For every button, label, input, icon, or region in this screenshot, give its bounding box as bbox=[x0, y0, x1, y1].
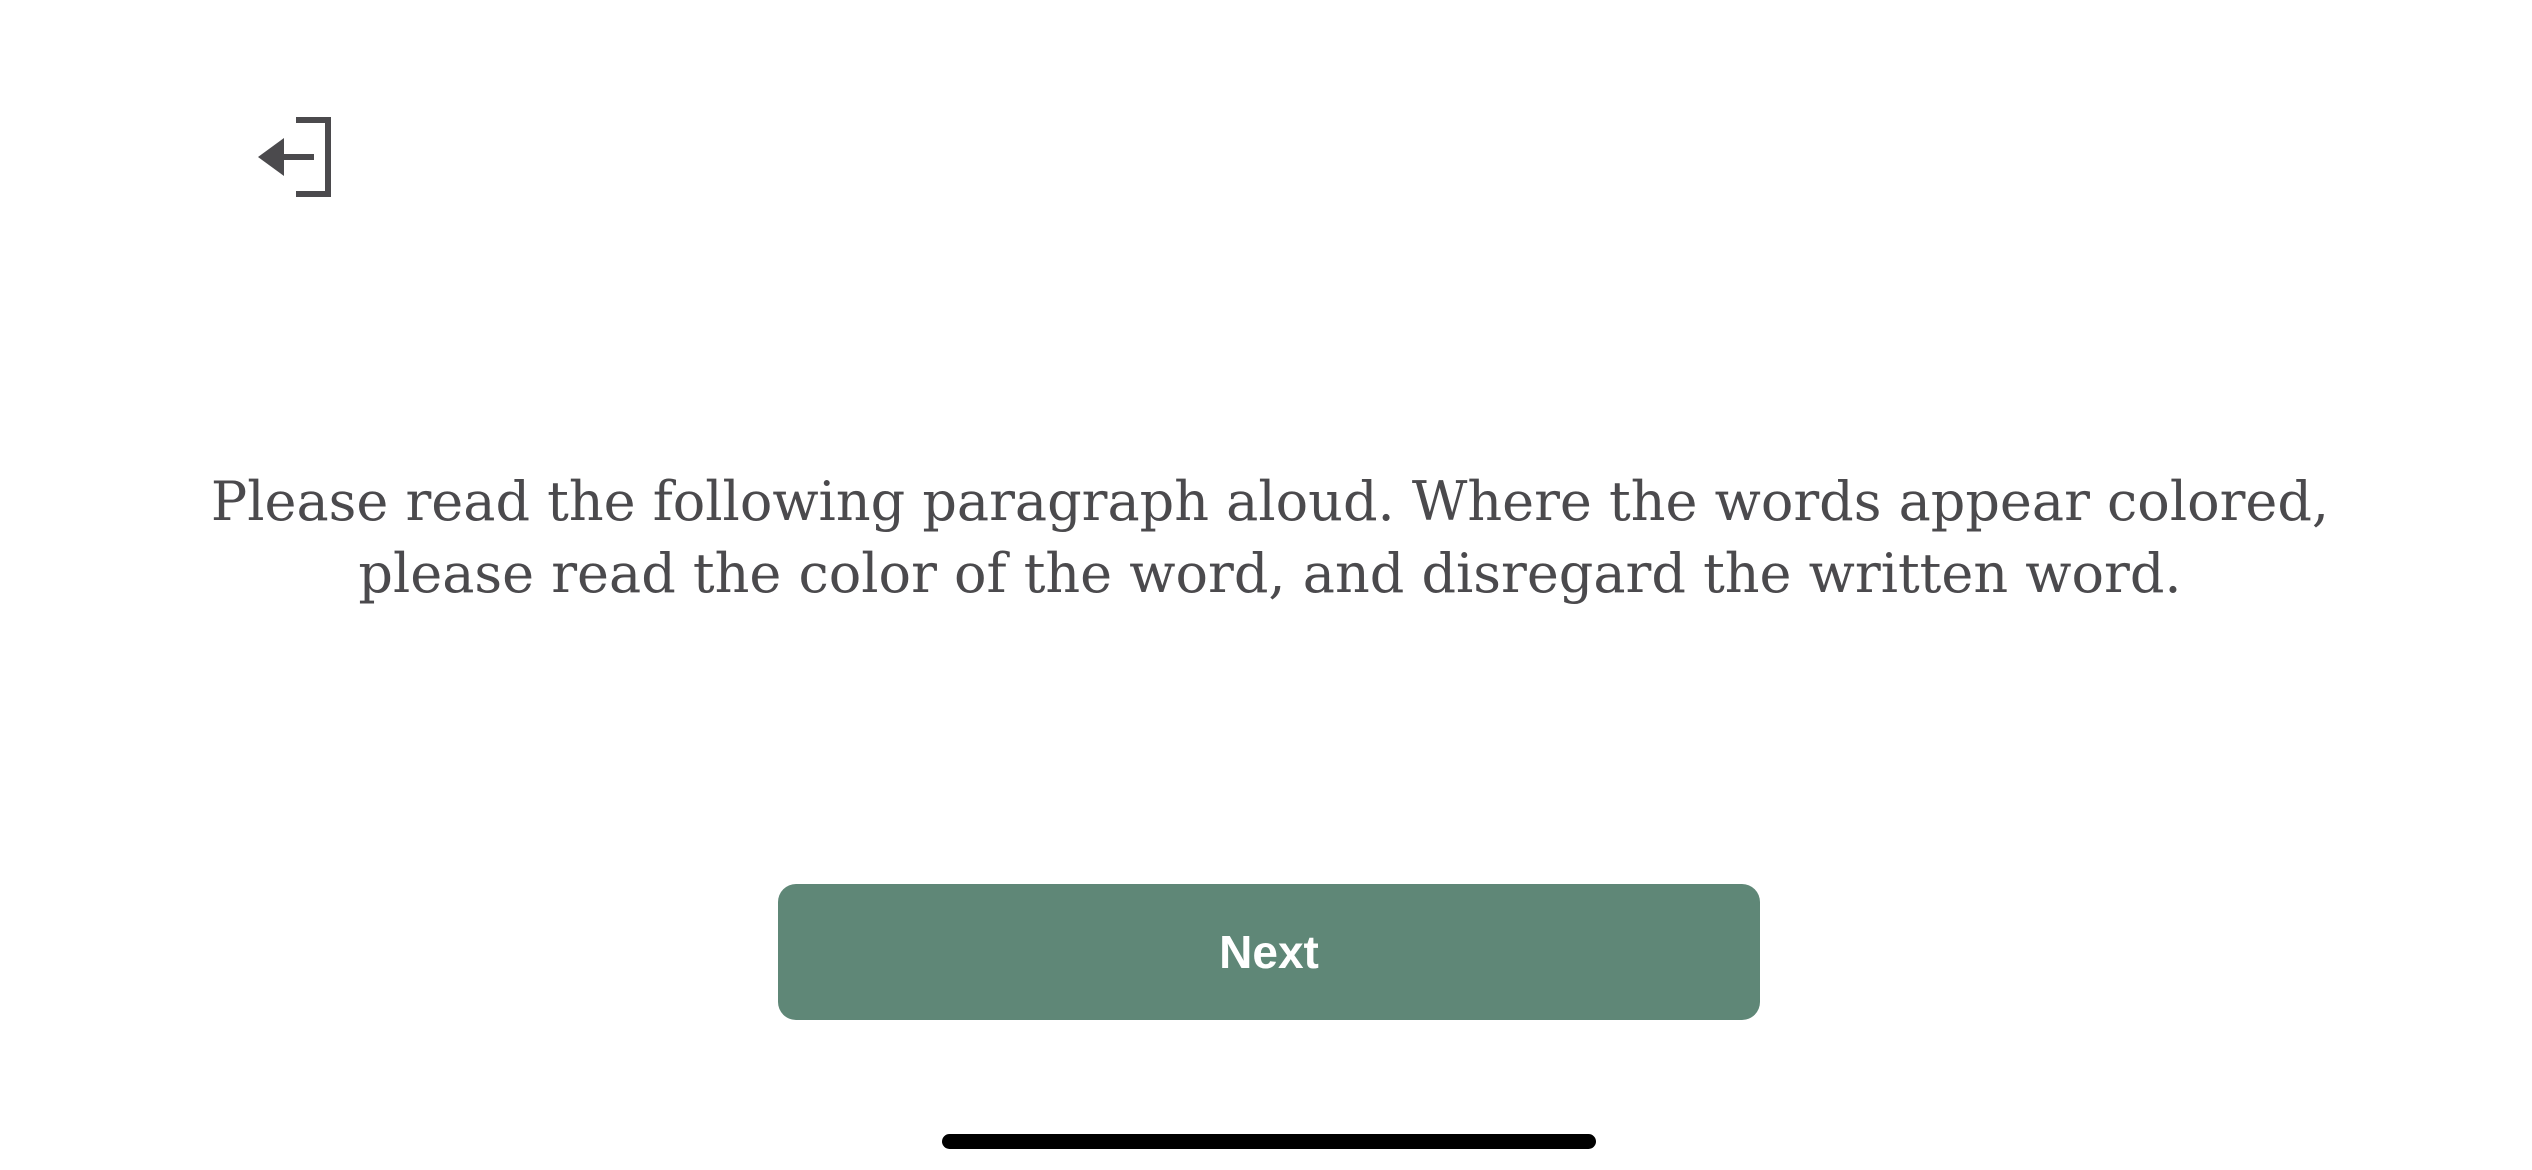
exit-button[interactable] bbox=[258, 112, 338, 202]
home-indicator[interactable] bbox=[942, 1134, 1596, 1149]
instruction-screen: Please read the following paragraph alou… bbox=[0, 0, 2532, 1170]
instructions-text: Please read the following paragraph alou… bbox=[210, 470, 2330, 605]
exit-arrow-icon bbox=[258, 112, 338, 202]
next-button[interactable]: Next bbox=[778, 884, 1760, 1020]
